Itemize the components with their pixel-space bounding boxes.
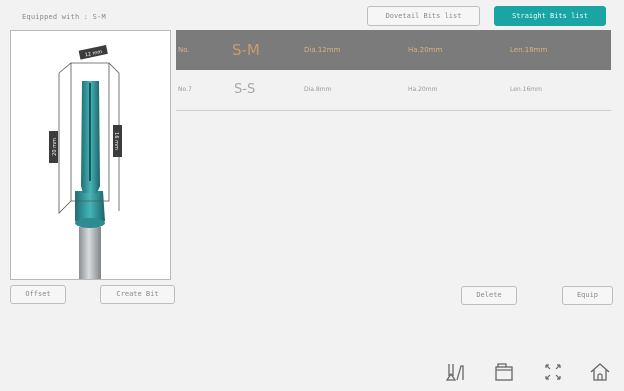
folder-icon[interactable]	[492, 360, 516, 384]
dovetail-bits-list-button[interactable]: Dovetail Bits list	[367, 6, 480, 26]
header-length: Len.18mm	[510, 46, 548, 54]
offset-button[interactable]: Offset	[10, 285, 66, 304]
equip-button[interactable]: Equip	[562, 286, 613, 305]
straight-bits-list-button[interactable]: Straight Bits list	[494, 6, 606, 26]
router-bit-illustration: 12 mm 20 mm 16 mm	[49, 44, 122, 281]
equipped-label: Equipped with : S-M	[22, 13, 106, 21]
cell-name: S-S	[234, 82, 256, 97]
cell-length: Len.16mm	[510, 86, 542, 93]
dim-left-label: 20 mm	[52, 138, 58, 156]
bit-preview-panel: 12 mm 20 mm 16 mm	[10, 30, 171, 281]
header-height: Ha.20mm	[408, 46, 443, 54]
fullscreen-icon[interactable]	[541, 360, 565, 384]
table-header: No. S-M Dia.12mm Ha.20mm Len.18mm	[176, 30, 611, 70]
header-name: S-M	[232, 41, 260, 59]
header-diameter: Dia.12mm	[304, 46, 341, 54]
cell-height: Ha.20mm	[408, 86, 438, 93]
create-bit-button[interactable]: Create Bit	[100, 285, 175, 304]
cell-diameter: Dia.8mm	[304, 86, 332, 93]
header-no: No.	[178, 46, 190, 54]
router-tool-icon[interactable]	[443, 360, 467, 384]
home-icon[interactable]	[588, 360, 612, 384]
dim-right-label: 16 mm	[113, 132, 119, 150]
table-row[interactable]: No.7 S-S Dia.8mm Ha.20mm Len.16mm	[176, 70, 611, 111]
delete-button[interactable]: Delete	[461, 286, 517, 305]
cell-no: No.7	[178, 86, 192, 93]
